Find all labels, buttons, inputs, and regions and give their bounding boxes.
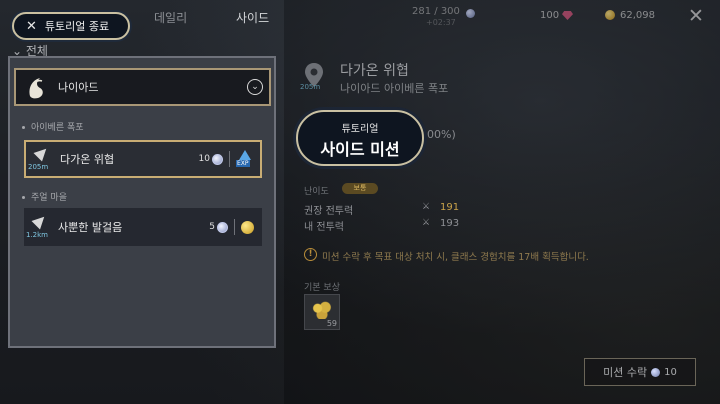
mission-distance: 205m <box>28 163 49 171</box>
region-dropdown[interactable]: 나이아드 ⌄ <box>14 68 271 106</box>
recommended-power-label: 권장 전투력 <box>304 206 354 217</box>
crossed-swords-icon: ⚔ <box>422 218 431 228</box>
accept-mission-button[interactable]: 미션 수락 10 <box>584 358 696 386</box>
exp-icon: EXP <box>236 150 254 168</box>
tutorial-highlight: 튜토리얼 사이드 미션 <box>296 110 424 166</box>
difficulty-label: 난이도 <box>304 187 329 197</box>
tutorial-label: 튜토리얼 <box>341 124 379 135</box>
naiad-emblem-icon <box>29 78 43 99</box>
mission-title: 다가온 위협 <box>60 153 115 166</box>
region-name: 나이아드 <box>58 81 99 94</box>
gold-coin-icon <box>241 220 254 234</box>
tab-daily[interactable]: 데일리 <box>154 9 187 26</box>
difficulty-badge: 보통 <box>342 183 378 194</box>
token-icon <box>212 153 223 165</box>
accept-label: 미션 수락 <box>603 366 648 379</box>
detail-title: 다가온 위협 <box>340 63 409 79</box>
my-power-value: 193 <box>440 218 460 229</box>
reward-count: 59 <box>326 319 337 328</box>
tutorial-end-button[interactable]: ✕ 튜토리얼 종료 <box>12 12 130 40</box>
gold-coins-icon <box>311 301 333 319</box>
recommended-power-value: 191 <box>440 202 460 213</box>
detail-distance: 205m <box>300 83 321 91</box>
mission-item-selected[interactable]: 205m 다가온 위협 10 EXP <box>24 140 262 178</box>
detail-location: 나이아드 아이베른 폭포 <box>340 82 449 95</box>
accept-cost: 10 <box>664 366 677 378</box>
mission-item[interactable]: 1.2km 사뿐한 발걸음 5 <box>24 208 262 246</box>
reward-label: 기본 보상 <box>304 283 340 293</box>
mission-cost: 5 <box>209 222 215 232</box>
tutorial-end-label: 튜토리얼 종료 <box>44 20 110 33</box>
mission-list-panel: 나이아드 ⌄ 아이베른 폭포 205m 다가온 위협 10 EXP 주얼 마을 … <box>8 56 276 348</box>
group-label: 주얼 마을 <box>22 190 67 203</box>
crossed-swords-icon: ⚔ <box>422 202 431 212</box>
divider <box>229 151 230 167</box>
tab-side[interactable]: 사이드 <box>236 9 269 26</box>
mission-distance: 1.2km <box>26 231 49 239</box>
mission-notice: 미션 수락 후 목표 대상 처치 시, 클래스 경험치를 17배 획득합니다. <box>322 252 589 263</box>
direction-icon: 205m <box>28 143 56 175</box>
token-icon <box>217 221 228 233</box>
mission-cost: 10 <box>198 154 210 164</box>
my-power-label: 내 전투력 <box>304 222 344 233</box>
group-label-text: 아이베른 폭포 <box>31 123 84 133</box>
divider <box>234 219 235 235</box>
completion-percent: 100%) <box>420 128 456 141</box>
chevron-down-icon: ⌄ <box>247 79 263 95</box>
reward-item[interactable]: 59 <box>304 294 340 330</box>
token-icon <box>651 367 661 377</box>
close-icon: ✕ <box>26 18 37 34</box>
tutorial-title: 사이드 미션 <box>320 140 400 159</box>
group-label-text: 주얼 마을 <box>31 193 67 203</box>
direction-icon: 1.2km <box>26 211 54 243</box>
group-label: 아이베른 폭포 <box>22 120 84 133</box>
alert-icon: ! <box>304 248 317 261</box>
mission-title: 사뿐한 발걸음 <box>58 221 123 234</box>
